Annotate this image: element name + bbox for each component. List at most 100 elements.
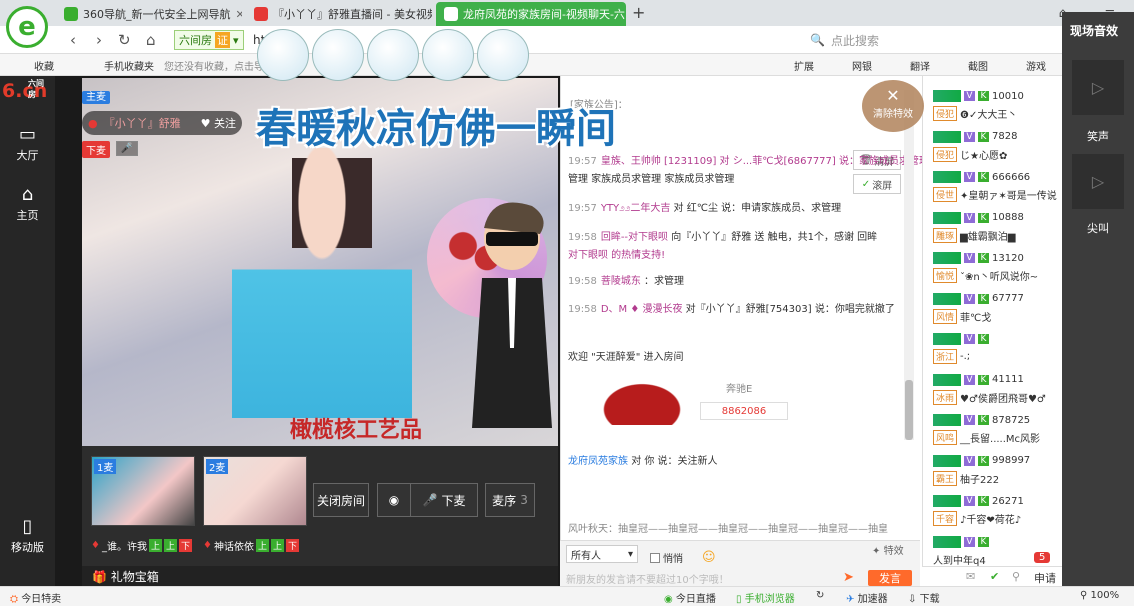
user-name[interactable]: ▆雄霸飘泊▆ [960, 228, 1015, 243]
new-tab-button[interactable]: + [632, 3, 645, 22]
translate-button[interactable]: 翻译 [910, 58, 930, 73]
user-row[interactable]: V K 67777 [933, 291, 1024, 307]
search-input[interactable]: 🔍 点此搜索 [810, 30, 1010, 50]
user-row[interactable]: V K 878725 [933, 412, 1030, 428]
laugh-play-icon[interactable]: ▷ [1072, 60, 1124, 115]
user-name[interactable]: ˇ❀ո丶听风说你~ [960, 268, 1038, 283]
user-id[interactable]: 13120 [992, 253, 1024, 264]
tab-live-room[interactable]: 『小丫丫』舒雅直播间 - 美女视频 ✕ [246, 2, 432, 26]
check-icon[interactable]: ✔ [990, 570, 999, 583]
private-checkbox[interactable]: 悄悄 ☺ [650, 550, 716, 565]
user-name[interactable]: 菲℃戈 [960, 309, 991, 324]
apply-button[interactable]: 申请 [1034, 570, 1056, 586]
msg-user[interactable]: 龙府凤苑家族 [568, 456, 628, 467]
nav-hall[interactable]: ▭ 大厅 [0, 124, 55, 163]
nav-mobile[interactable]: ▯ 移动版 [0, 516, 55, 555]
user-id[interactable]: 67777 [992, 293, 1024, 304]
mic-down-button[interactable]: 🎤 下麦 [410, 483, 478, 517]
effects-toggle[interactable]: ✦ 特效 [872, 542, 904, 557]
user-id[interactable]: 878725 [992, 415, 1030, 426]
mail-icon[interactable]: ✉ [966, 570, 975, 583]
browser-logo[interactable]: e [6, 6, 48, 48]
tab-family-room[interactable]: 龙府凤苑的家族房间-视频聊天-六 ✕ [436, 2, 626, 26]
msg-user[interactable]: D、M ♦ 漫漫长夜 [601, 304, 683, 315]
mobile-favorites-button[interactable]: 手机收藏夹 [104, 58, 154, 73]
home-icon[interactable]: ⌂ [146, 31, 156, 49]
user-name[interactable]: ♪千容❤荷花♪ [960, 511, 1021, 526]
tab-360-nav[interactable]: 360导航_新一代安全上网导航 ✕ [56, 2, 242, 26]
scroll-thumb[interactable] [905, 380, 913, 440]
emoji-icon[interactable]: ☺ [702, 550, 716, 565]
user-id[interactable]: 10010 [992, 91, 1024, 102]
back-icon[interactable]: ‹ [70, 31, 76, 49]
mic2-down-button[interactable]: 下 [286, 539, 300, 552]
mic1-video[interactable]: 1麦 [91, 456, 195, 526]
site-logo[interactable]: 6.cn 六间房 [2, 79, 47, 102]
user-name[interactable]: ♥♂侯爵团飛哥♥♂ [960, 390, 1046, 405]
user-name[interactable]: 柚子222 [960, 471, 999, 486]
user-row[interactable]: V K 666666 [933, 169, 1030, 185]
search-icon[interactable]: ⚲ [1012, 570, 1020, 583]
forward-icon[interactable]: › [96, 31, 102, 49]
scream-play-icon[interactable]: ▷ [1072, 154, 1124, 209]
mic1-name[interactable]: _谁。许我 [102, 538, 147, 553]
favorites-button[interactable]: 收藏 [34, 58, 54, 73]
msg-user[interactable]: 回眸--对下眼呗 [601, 232, 668, 243]
mic1-up-button[interactable]: 上 [148, 539, 162, 552]
chat-scrollbar[interactable] [904, 90, 914, 440]
user-row[interactable]: V K 13120 [933, 250, 1024, 266]
download[interactable]: ⇩ 下载 [908, 590, 940, 605]
user-row[interactable]: V K 26271 [933, 493, 1024, 509]
msg-user[interactable]: 皇族、王帅帅 [1231109] 对 シ...菲℃戈[6867777] 说：家族… [601, 156, 929, 167]
user-row[interactable]: V K 10888 [933, 210, 1024, 226]
user-row[interactable]: V K 998997 [933, 453, 1030, 469]
user-row[interactable]: VK [933, 534, 992, 550]
user-id[interactable]: 26271 [992, 496, 1024, 507]
user-name[interactable]: じ★心愿✿ [960, 147, 1007, 162]
anchor-name[interactable]: 『小丫丫』舒雅 [104, 115, 181, 131]
mic1-down-button[interactable]: 下 [179, 539, 193, 552]
zoom-level[interactable]: ⚲ 100% [1080, 590, 1119, 601]
user-name[interactable]: __長留.....Mc风影 [960, 430, 1040, 445]
user-id[interactable]: 998997 [992, 455, 1030, 466]
mic2-up-button[interactable]: 上 [255, 539, 269, 552]
user-id[interactable]: 10888 [992, 212, 1024, 223]
anchor-card[interactable]: ● 『小丫丫』舒雅 ♥ 关注 [82, 111, 242, 135]
bank-button[interactable]: 网银 [852, 58, 872, 73]
user-row[interactable]: V K 7828 [933, 129, 1017, 145]
today-live[interactable]: ◉ 今日直播 [664, 590, 716, 605]
site-tag[interactable]: 六间房 证 ▾ [174, 30, 244, 50]
extensions-button[interactable]: 扩展 [794, 58, 814, 73]
clear-effects-button[interactable]: ✕ 清除特效 [862, 80, 924, 132]
mic-queue-button[interactable]: 麦序 3 [485, 483, 535, 517]
user-name[interactable]: ❻✓大大王丶 [960, 106, 1017, 121]
user-name[interactable]: -.; [960, 351, 970, 362]
mic2-video[interactable]: 2麦 [203, 456, 307, 526]
user-name[interactable]: ✦皇朝ァ✶哥是一传说 [960, 187, 1057, 202]
scroll-screen-button[interactable]: ✓ 滚屏 [853, 174, 901, 194]
user-id[interactable]: 7828 [992, 131, 1017, 142]
mic2-name[interactable]: 神话依依 [214, 538, 254, 553]
user-id[interactable]: 41111 [992, 374, 1024, 385]
refresh-icon[interactable]: ↻ [118, 31, 131, 49]
nav-home[interactable]: ⌂ 主页 [0, 184, 55, 223]
user-row[interactable]: V K 41111 [933, 372, 1024, 388]
user-name[interactable]: 人到中年q4 [933, 552, 986, 567]
refresh-icon[interactable]: ↻ [816, 590, 824, 601]
screenshot-button[interactable]: 截图 [968, 58, 988, 73]
mic2-up2-button[interactable]: 上 [270, 539, 284, 552]
msg-user[interactable]: YTY೨೨二年大吉 [601, 203, 671, 214]
mic-icon[interactable]: 🎤 [116, 141, 138, 156]
record-icon[interactable]: ◉ [377, 483, 411, 517]
close-room-button[interactable]: 关闭房间 [313, 483, 369, 517]
special-sale[interactable]: ⛭ 今日特卖 [10, 590, 61, 605]
follow-button[interactable]: ♥ 关注 [201, 115, 236, 131]
scream-label[interactable]: 尖叫 [1062, 220, 1134, 236]
message-input[interactable]: 新朋友的发言请不要超过10个字哦！ [566, 571, 836, 586]
send-button[interactable]: 发言 [868, 570, 912, 586]
accelerator[interactable]: ✈ 加速器 [846, 590, 888, 605]
msg-user[interactable]: 菩陵城东 [601, 276, 641, 287]
gift-box-button[interactable]: 🎁 礼物宝箱 [92, 568, 159, 585]
user-id[interactable]: 666666 [992, 172, 1030, 183]
user-row[interactable]: VK [933, 331, 992, 347]
